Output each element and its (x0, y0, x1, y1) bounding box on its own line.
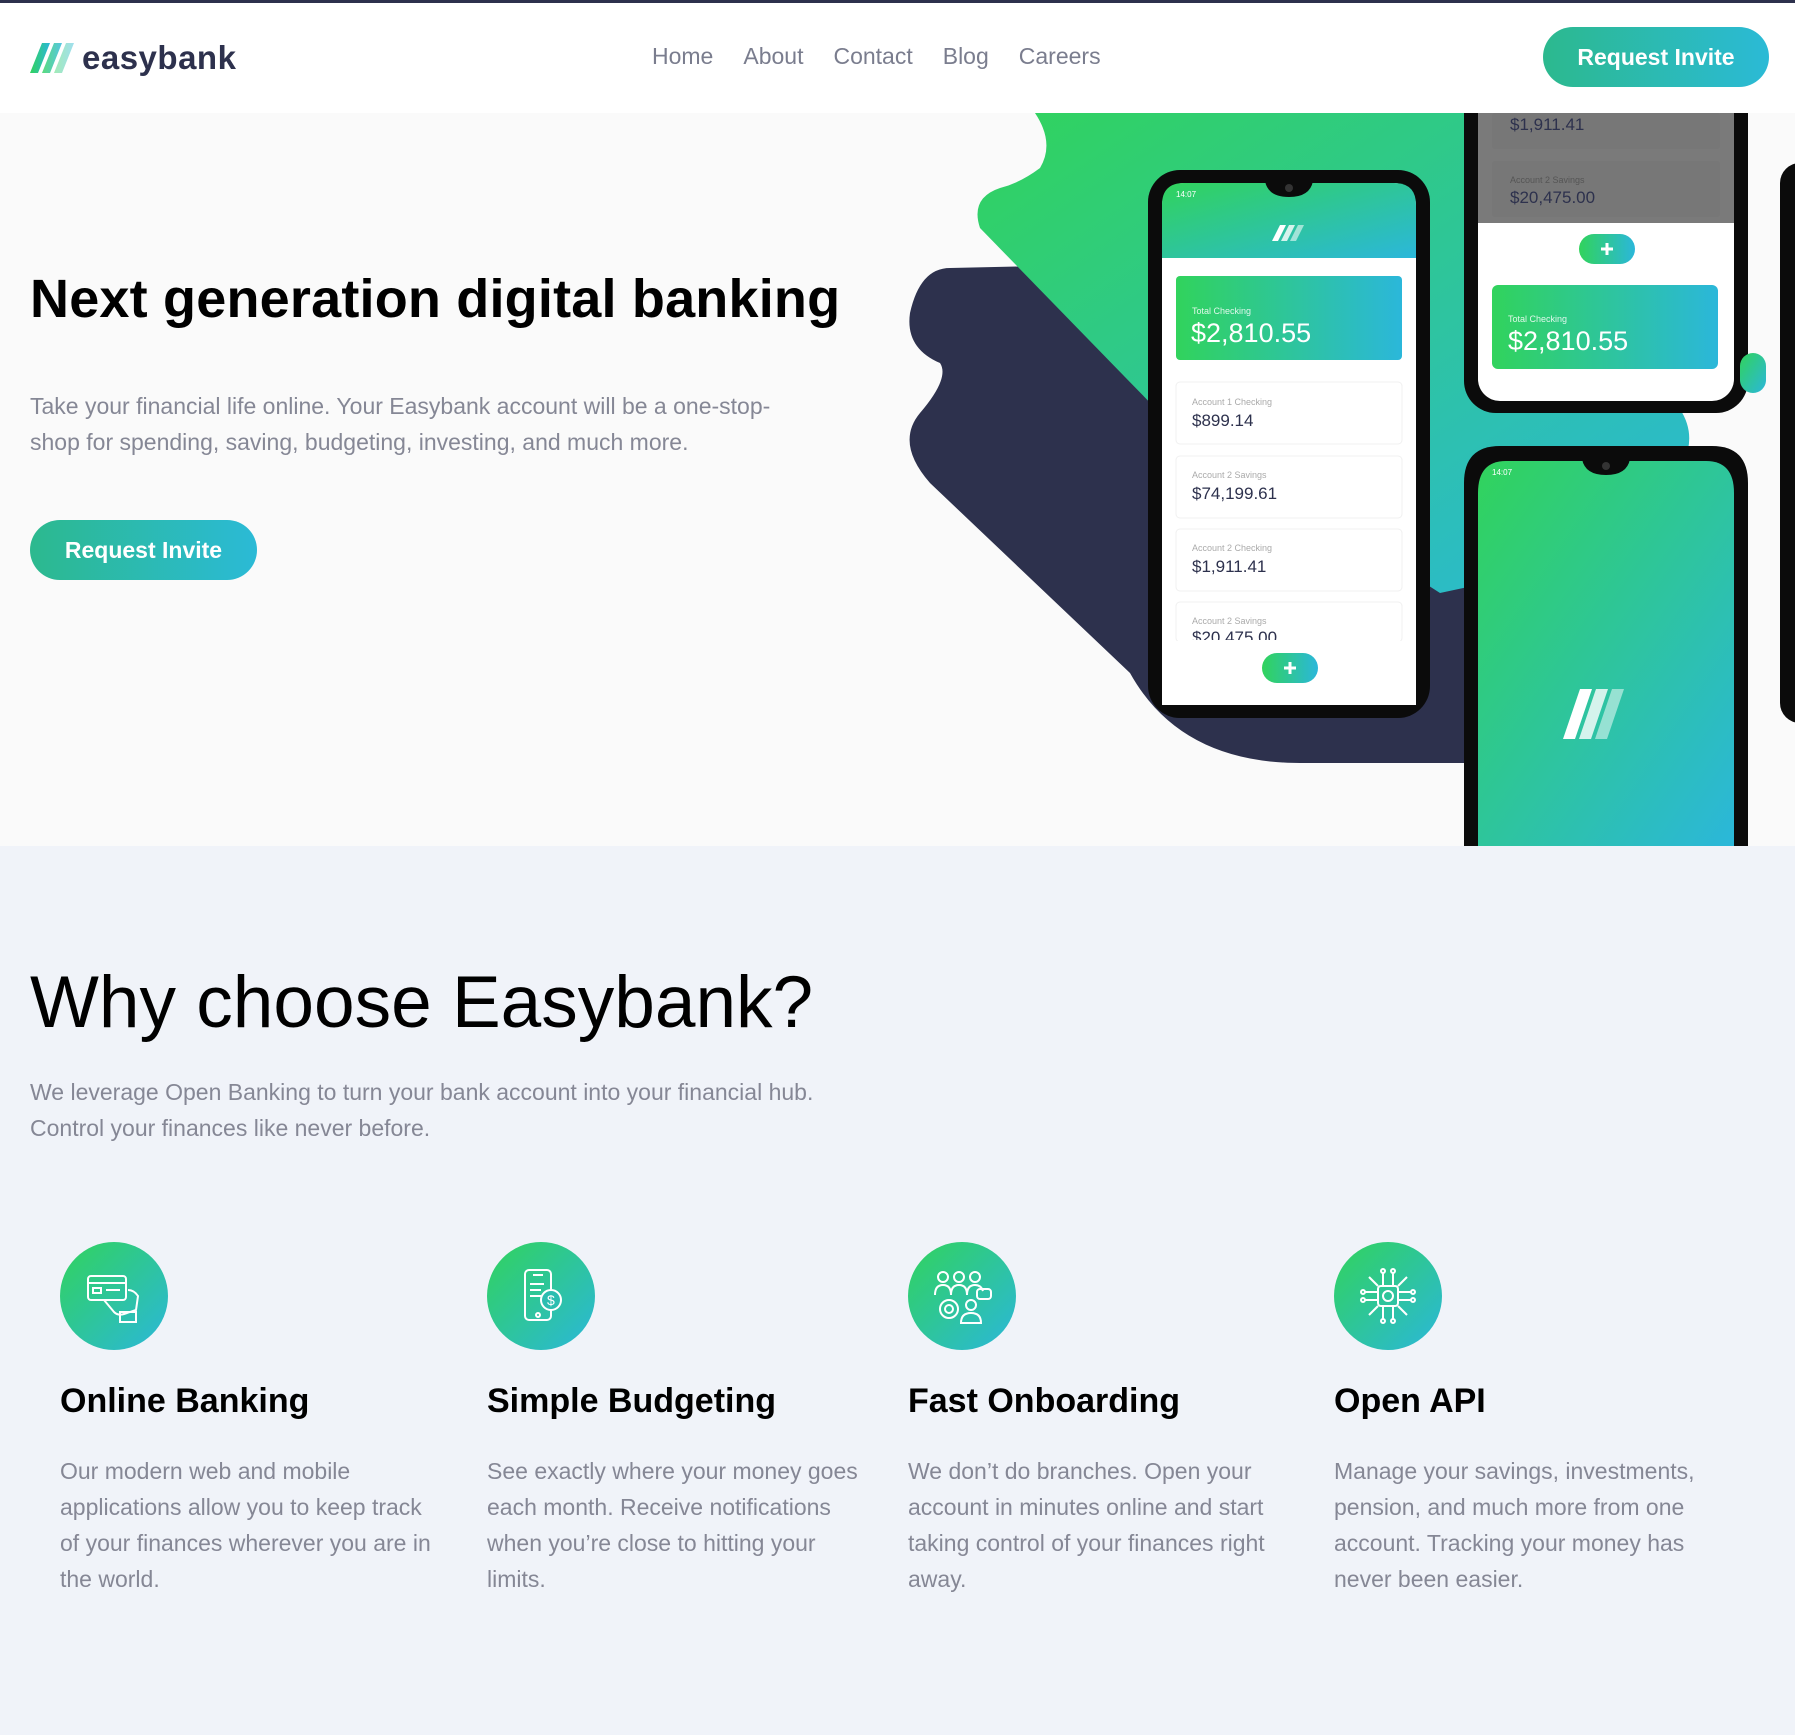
left-phone-account-label: Account 2 Savings (1192, 470, 1267, 480)
left-phone-account-label: Account 2 Savings (1192, 616, 1267, 626)
left-phone-account-label: Account 2 Checking (1192, 543, 1273, 553)
hero-text: Take your financial life online. Your Ea… (30, 393, 771, 455)
onboarding-icon (908, 1242, 1016, 1350)
svg-text:$: $ (547, 1292, 555, 1308)
feature-text: Manage your savings, investments, pensio… (1334, 1458, 1695, 1592)
left-phone-account-amount: $899.14 (1192, 411, 1254, 430)
feature-text: Our modern web and mobile applications a… (60, 1458, 431, 1592)
logo[interactable]: easybank (30, 39, 236, 77)
hero-section: Next generation digital banking Take you… (0, 113, 1795, 846)
budgeting-icon: $ (487, 1242, 595, 1350)
feature-title: Fast Onboarding (908, 1382, 1180, 1420)
left-phone-account-amount: $20,475.00 (1192, 628, 1278, 640)
feature-title: Simple Budgeting (487, 1382, 776, 1420)
right-phone-total-label: Total Checking (1508, 314, 1568, 324)
left-phone-account-amount: $1,911.41 (1192, 557, 1267, 576)
left-phone-account-label: Account 1 Checking (1192, 397, 1273, 407)
feature-online-banking: Online Banking Our modern web and mobile… (60, 1242, 440, 1597)
hero-title: Next generation digital banking (30, 269, 841, 329)
hero-illustration: 14:07 Total Checking $2,810.55 Account 1… (880, 113, 1795, 846)
feature-title: Open API (1334, 1382, 1486, 1420)
main-nav: Home About Contact Blog Careers (652, 43, 1131, 70)
left-phone-account-amount: $74,199.61 (1192, 484, 1278, 503)
nav-contact[interactable]: Contact (833, 43, 912, 70)
feature-title: Online Banking (60, 1382, 310, 1420)
logo-mark-icon (30, 43, 74, 73)
left-phone-time: 14:07 (1176, 190, 1197, 199)
right-phone-total-amount: $2,810.55 (1508, 326, 1629, 356)
api-icon (1334, 1242, 1442, 1350)
online-banking-icon (60, 1242, 168, 1350)
hero-request-invite-button[interactable]: Request Invite (30, 520, 257, 580)
feature-simple-budgeting: $ Simple Budgeting See exactly where you… (487, 1242, 867, 1597)
feature-fast-onboarding: Fast Onboarding We don’t do branches. Op… (908, 1242, 1288, 1597)
nav-careers[interactable]: Careers (1019, 43, 1101, 70)
hero-background-shapes (909, 113, 1795, 846)
site-header: easybank Home About Contact Blog Careers… (0, 3, 1795, 113)
nav-home[interactable]: Home (652, 43, 713, 70)
logo-wordmark: easybank (82, 39, 237, 76)
feature-text: We don’t do branches. Open your account … (908, 1458, 1265, 1592)
why-title: Why choose Easybank? (30, 962, 814, 1043)
header-request-invite-button[interactable]: Request Invite (1543, 27, 1769, 87)
why-section: Why choose Easybank? We leverage Open Ba… (0, 846, 1795, 1735)
bottom-phone-time: 14:07 (1492, 468, 1513, 477)
nav-about[interactable]: About (743, 43, 803, 70)
right-phone-savings-amount: $20,475.00 (1510, 188, 1596, 207)
feature-text: See exactly where your money goes each m… (487, 1458, 858, 1592)
left-phone-total-amount: $2,810.55 (1191, 318, 1312, 348)
feature-open-api: Open API Manage your savings, investment… (1334, 1242, 1714, 1597)
left-phone-total-label: Total Checking (1192, 306, 1252, 316)
why-text: We leverage Open Banking to turn your ba… (30, 1079, 814, 1141)
right-phone-amount: $1,911.41 (1510, 115, 1585, 134)
right-phone-savings-label: Account 2 Savings (1510, 175, 1585, 185)
nav-blog[interactable]: Blog (943, 43, 989, 70)
